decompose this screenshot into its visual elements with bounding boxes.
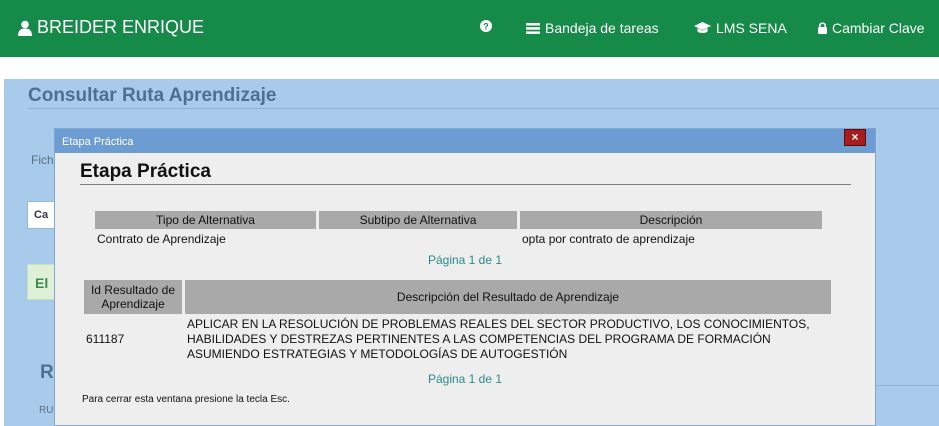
table-cell: APLICAR EN LA RESOLUCIÓN DE PROBLEMAS RE… <box>187 317 810 361</box>
user-menu[interactable]: BREIDER ENRIQUE <box>18 17 204 38</box>
alternatives-table: Tipo de Alternativa Subtipo de Alternati… <box>92 211 825 249</box>
table-cell: opta por contrato de aprendizaje <box>522 232 695 246</box>
question-circle-icon: ? <box>480 20 492 32</box>
etapa-practica-dialog: Etapa Práctica × Etapa Práctica Tipo de … <box>54 128 876 426</box>
ruta-label-partial: RU <box>39 405 54 416</box>
title-divider <box>28 108 939 109</box>
nav-lms-sena[interactable]: LMS SENA <box>694 20 787 36</box>
page-title: Consultar Ruta Aprendizaje <box>28 85 277 106</box>
column-header[interactable]: Tipo de Alternativa <box>95 211 316 229</box>
column-header[interactable]: Descripción <box>520 211 822 229</box>
esc-hint: Para cerrar esta ventana presione la tec… <box>82 394 290 405</box>
column-header[interactable]: Id Resultado de Aprendizaje <box>84 280 182 314</box>
nav-bandeja-label: Bandeja de tareas <box>545 20 659 36</box>
alert-message-partial: El <box>27 264 57 300</box>
tray-list-icon <box>526 22 540 34</box>
results-table: Id Resultado de Aprendizaje Descripción … <box>81 280 834 365</box>
column-header[interactable]: Subtipo de Alternativa <box>319 211 517 229</box>
consultar-button-partial[interactable]: Ca <box>27 201 57 229</box>
table-row[interactable]: 611187 APLICAR EN LA RESOLUCIÓN DE PROBL… <box>84 314 831 365</box>
close-icon: × <box>851 130 859 144</box>
graduation-cap-icon <box>694 22 711 34</box>
alternatives-pager: Página 1 de 1 <box>427 253 503 267</box>
top-navbar: BREIDER ENRIQUE ? Bandeja de tareas LMS … <box>0 0 939 57</box>
dialog-title-divider <box>80 184 851 185</box>
svg-text:?: ? <box>483 22 489 32</box>
user-name: BREIDER ENRIQUE <box>37 17 205 37</box>
nav-cambiar-clave-label: Cambiar Clave <box>832 20 925 36</box>
dialog-title: Etapa Práctica <box>80 161 211 182</box>
results-pager: Página 1 de 1 <box>427 372 503 386</box>
table-row[interactable]: Contrato de Aprendizaje opta por contrat… <box>95 229 822 249</box>
table-cell: 611187 <box>86 332 125 346</box>
lock-icon <box>818 22 827 34</box>
nav-cambiar-clave[interactable]: Cambiar Clave <box>818 20 925 36</box>
section-heading-partial: R <box>40 362 54 383</box>
ficha-label-partial: Fich <box>31 153 54 167</box>
help-button[interactable]: ? <box>480 20 492 32</box>
dialog-bar-title: Etapa Práctica <box>62 136 134 148</box>
column-header[interactable]: Descripción del Resultado de Aprendizaje <box>185 280 831 314</box>
table-cell <box>319 229 517 249</box>
nav-bandeja-tareas[interactable]: Bandeja de tareas <box>526 20 659 36</box>
table-cell: Contrato de Aprendizaje <box>97 232 226 246</box>
nav-lms-label: LMS SENA <box>716 20 787 36</box>
close-button[interactable]: × <box>844 129 866 146</box>
section-divider <box>876 385 939 386</box>
user-icon <box>18 20 32 36</box>
dialog-titlebar[interactable]: Etapa Práctica <box>55 129 875 153</box>
